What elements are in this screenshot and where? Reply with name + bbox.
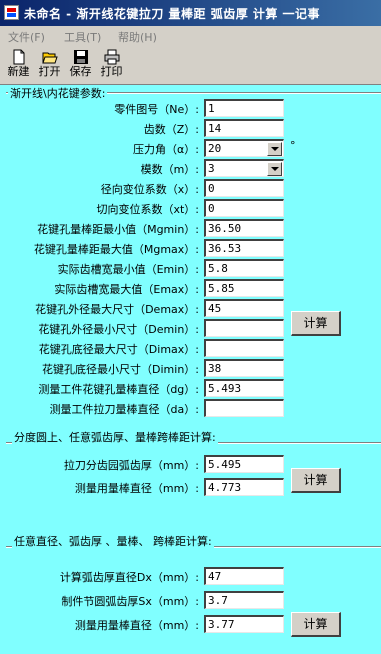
de-min-input[interactable]	[204, 319, 284, 337]
pressure-angle-value: 20	[208, 142, 222, 155]
dg-input[interactable]: 5.493	[204, 379, 284, 397]
printer-icon	[104, 49, 119, 65]
de-max-input[interactable]: 45	[204, 299, 284, 317]
section2-title: 分度圆上、任意弧齿厚、量棒跨棒距计算:	[12, 429, 218, 445]
mg-max-input[interactable]: 36.53	[204, 239, 284, 257]
radial-shift-input[interactable]: 0	[204, 179, 284, 197]
label-pressure-angle: 压力角（α）:	[133, 143, 199, 156]
section3-calc-button[interactable]: 计算	[291, 612, 341, 637]
label-broach-thickness: 拉刀分齿园弧齿厚（mm）:	[63, 459, 199, 472]
open-folder-icon	[41, 52, 58, 64]
label-part-number: 零件图号（Ne）:	[114, 103, 199, 116]
label-da: 测量工件拉刀量棒直径（da）:	[49, 403, 199, 416]
degree-unit: °	[290, 139, 296, 152]
label-dg: 测量工件花键孔量棒直径（dg）:	[38, 383, 199, 396]
label-teeth-count: 齿数（Z）:	[143, 123, 199, 136]
rod-diameter-input[interactable]: 4.773	[204, 478, 284, 496]
mg-min-input[interactable]: 36.50	[204, 219, 284, 237]
broach-thickness-input[interactable]: 5.495	[204, 455, 284, 473]
label-de-min: 花键孔外径最小尺寸（Demin）:	[38, 323, 199, 336]
save-button[interactable]: 保存	[66, 49, 95, 82]
e-min-input[interactable]: 5.8	[204, 259, 284, 277]
label-rod-diameter-2: 测量用量棒直径（mm）:	[74, 619, 199, 632]
window-title: 未命名 - 渐开线花键拉刀 量棒距 弧齿厚 计算 一记事	[24, 7, 321, 21]
section2-calc-button[interactable]: 计算	[291, 468, 341, 493]
label-di-min: 花键孔底径最小尺寸（Dimin）:	[42, 363, 199, 376]
title-bar[interactable]: 未命名 - 渐开线花键拉刀 量棒距 弧齿厚 计算 一记事	[0, 0, 381, 26]
section1-title: 渐开线\内花键参数:	[8, 85, 108, 101]
label-rod-diameter: 测量用量棒直径（mm）:	[74, 482, 199, 495]
di-min-input[interactable]: 38	[204, 359, 284, 377]
label-e-max: 实际齿槽宽最大值（Emax）:	[54, 283, 199, 296]
label-tangential-shift: 切向变位系数（xt）:	[96, 203, 199, 216]
teeth-count-input[interactable]: 14	[204, 119, 284, 137]
sx-input[interactable]: 3.7	[204, 591, 284, 609]
new-file-icon	[13, 49, 24, 65]
new-button-label: 新建	[7, 65, 30, 78]
label-mg-min: 花键孔量棒距最小值（Mgmin）:	[37, 223, 199, 236]
di-max-input[interactable]	[204, 339, 284, 357]
print-button[interactable]: 打印	[97, 49, 126, 82]
menu-tools[interactable]: 工具(T)	[64, 29, 101, 45]
menu-help[interactable]: 帮助(H)	[118, 29, 157, 45]
menu-bar: 文件(F) 工具(T) 帮助(H)	[0, 26, 381, 46]
part-number-input[interactable]: 1	[204, 99, 284, 117]
new-button[interactable]: 新建	[4, 49, 33, 82]
module-value: 3	[208, 162, 215, 175]
chevron-down-icon[interactable]	[267, 142, 282, 156]
label-de-max: 花键孔外径最大尺寸（Demax）:	[35, 303, 199, 316]
label-di-max: 花键孔底径最大尺寸（Dimax）:	[38, 343, 199, 356]
label-dx: 计算弧齿厚直径Dx（mm）:	[59, 571, 199, 584]
rod-diameter-2-input[interactable]: 3.77	[204, 615, 284, 633]
label-sx: 制件节圆弧齿厚Sx（mm）:	[61, 595, 199, 608]
open-button-label: 打开	[38, 65, 61, 78]
section3-title: 任意直径、弧齿厚 、量棒、 跨棒距计算:	[12, 533, 214, 549]
label-radial-shift: 径向变位系数（x）:	[100, 183, 199, 196]
pressure-angle-select[interactable]: 20	[204, 139, 284, 157]
label-e-min: 实际齿槽宽最小值（Emin）:	[57, 263, 199, 276]
toolbar: 新建 打开 保存 打印	[0, 46, 381, 85]
label-module: 模数（m）:	[140, 163, 199, 176]
chevron-down-icon[interactable]	[267, 162, 282, 176]
save-button-label: 保存	[69, 65, 92, 78]
da-input[interactable]	[204, 399, 284, 417]
section1-calc-button[interactable]: 计算	[291, 311, 341, 336]
open-button[interactable]: 打开	[35, 49, 64, 82]
dx-input[interactable]: 47	[204, 567, 284, 585]
print-button-label: 打印	[100, 65, 123, 78]
app-icon	[4, 5, 19, 20]
e-max-input[interactable]: 5.85	[204, 279, 284, 297]
module-select[interactable]: 3	[204, 159, 284, 177]
label-mg-max: 花键孔量棒距最大值（Mgmax）:	[33, 243, 199, 256]
menu-file[interactable]: 文件(F)	[8, 29, 45, 45]
tangential-shift-input[interactable]: 0	[204, 199, 284, 217]
save-disk-icon	[73, 50, 88, 64]
